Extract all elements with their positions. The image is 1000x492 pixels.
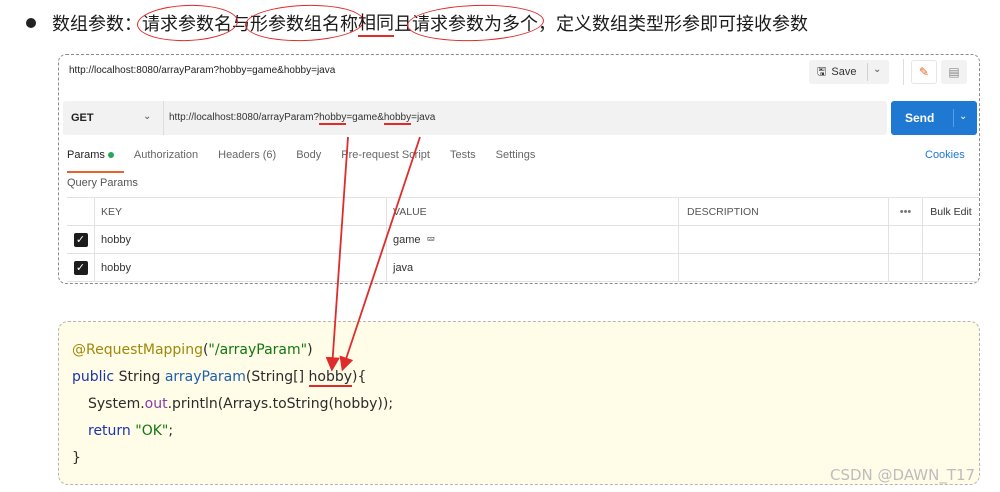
param-key-field[interactable]: hobby (95, 226, 387, 254)
code-brace: } (72, 450, 81, 466)
heading-array-param-name: 形参数组名称 (250, 10, 358, 36)
tab-params-label: Params (67, 149, 105, 161)
more-options-icon[interactable]: ••• (889, 198, 923, 226)
code-method-name: arrayParam (164, 369, 246, 385)
code-keyword: return (88, 423, 131, 439)
row-empty-cell (923, 226, 979, 254)
send-button[interactable]: Send ⌄ (891, 101, 977, 135)
param-value-field[interactable]: java (387, 254, 679, 282)
code-line-4: return "OK"; (88, 423, 173, 439)
code-param-hobby: hobby (308, 369, 353, 387)
param-value-text: game (393, 234, 421, 246)
checkbox-checked-icon[interactable]: ✓ (73, 233, 88, 247)
request-row: GET ⌄ http://localhost:8080/arrayParam?h… (63, 101, 887, 135)
url-prefix: http://localhost:8080/arrayParam? (169, 112, 320, 123)
send-divider (953, 109, 954, 127)
url-input[interactable]: http://localhost:8080/arrayParam?hobby=g… (169, 112, 436, 125)
bulk-edit-link[interactable]: Bulk Edit (923, 198, 979, 226)
param-value-field[interactable]: game ⮹ (387, 226, 679, 254)
row-checkbox-cell: ✓ (67, 226, 95, 254)
row-empty-cell (889, 254, 923, 282)
tab-settings[interactable]: Settings (496, 149, 536, 167)
header-key: KEY (95, 198, 387, 226)
header-checkbox-cell (67, 198, 95, 226)
url-mid: =game& (346, 112, 384, 123)
tab-tests[interactable]: Tests (450, 149, 476, 167)
row-empty-cell (889, 226, 923, 254)
request-tab-title[interactable]: http://localhost:8080/arrayParam?hobby=g… (69, 65, 335, 76)
code-line-5: } (72, 450, 81, 466)
status-dot-icon (107, 152, 114, 159)
table-header-row: KEY VALUE DESCRIPTION ••• Bulk Edit (67, 198, 979, 226)
heading-same: 相同 (358, 9, 394, 37)
send-label: Send (905, 111, 935, 125)
code-string: "OK" (130, 423, 169, 439)
checkbox-checked-icon[interactable]: ✓ (73, 261, 88, 275)
mouse-cursor-icon: ⮹ (426, 233, 436, 246)
code-paren: ){ (352, 369, 367, 385)
save-button[interactable]: 🖫 Save ⌄ (809, 60, 889, 84)
heading-request-param-name: 请求参数名 (142, 10, 232, 36)
code-text: System. (88, 396, 145, 412)
tab-pre-request-script[interactable]: Pre-request Script (341, 149, 430, 167)
slide-heading: 数组参数： 请求参数名 与 形参数组名称 相同 且 请求参数为多个 ，定义数组类… (26, 8, 808, 38)
tab-authorization[interactable]: Authorization (134, 149, 198, 167)
header-value: VALUE (387, 198, 679, 226)
heading-part1: 数组参数： (52, 14, 142, 35)
code-string: "/arrayParam" (208, 342, 308, 358)
param-description-field[interactable] (679, 254, 889, 282)
save-label: Save (831, 66, 857, 78)
code-line-2: public String arrayParam(String[] hobby)… (72, 369, 367, 387)
query-params-label: Query Params (67, 177, 138, 189)
url-param-hobby-2: hobby (383, 112, 412, 125)
code-line-3: System.out.println(Arrays.toString(hobby… (88, 396, 393, 412)
code-text: .println(Arrays.toString(hobby)); (167, 396, 394, 412)
code-param-type: (String[] (245, 369, 309, 385)
cookies-link[interactable]: Cookies (925, 149, 965, 161)
save-divider (867, 63, 868, 81)
tab-headers-label: Headers (218, 149, 260, 161)
tab-params[interactable]: Params (67, 149, 124, 173)
code-field: out (144, 396, 168, 412)
pencil-icon[interactable]: ✎ (911, 60, 937, 84)
chevron-down-icon[interactable]: ⌄ (959, 111, 967, 122)
code-line-1: @RequestMapping("/arrayParam") (72, 342, 313, 358)
table-row: ✓ hobby java (67, 254, 979, 282)
row-checkbox-cell: ✓ (67, 254, 95, 282)
code-block: @RequestMapping("/arrayParam") public St… (58, 321, 980, 485)
url-suffix: =java (411, 112, 436, 123)
param-key-field[interactable]: hobby (95, 254, 387, 282)
params-table: KEY VALUE DESCRIPTION ••• Bulk Edit ✓ ho… (67, 197, 979, 282)
chevron-down-icon[interactable]: ⌄ (143, 111, 151, 122)
tab-headers-count: (6) (262, 149, 277, 161)
chevron-down-icon[interactable]: ⌄ (873, 64, 881, 75)
row-empty-cell (923, 254, 979, 282)
header-description: DESCRIPTION (679, 198, 889, 226)
tab-headers[interactable]: Headers (6) (218, 149, 276, 167)
code-paren: ) (307, 342, 313, 358)
heading-multiple-params: 请求参数为多个 (412, 10, 538, 36)
bullet-icon (26, 18, 36, 28)
document-icon[interactable]: ▤ (941, 60, 967, 84)
postman-panel: http://localhost:8080/arrayParam?hobby=g… (58, 54, 980, 284)
param-description-field[interactable] (679, 226, 889, 254)
save-icon: 🖫 (817, 65, 827, 78)
toolbar-divider (903, 59, 904, 85)
code-keyword: public (72, 369, 115, 385)
code-type: String (114, 369, 165, 385)
code-semicolon: ; (168, 423, 174, 439)
table-row: ✓ hobby game ⮹ (67, 226, 979, 254)
tab-body[interactable]: Body (296, 149, 321, 167)
code-annotation: @RequestMapping (72, 342, 203, 358)
method-divider (163, 101, 164, 135)
heading-part8: ，定义数组类型形参即可接收参数 (538, 14, 808, 35)
watermark-text: CSDN @DAWN_T17 (830, 466, 976, 484)
request-tabs: Params Authorization Headers (6) Body Pr… (67, 149, 555, 173)
url-param-hobby-1: hobby (319, 112, 347, 125)
method-select[interactable]: GET (71, 112, 94, 124)
